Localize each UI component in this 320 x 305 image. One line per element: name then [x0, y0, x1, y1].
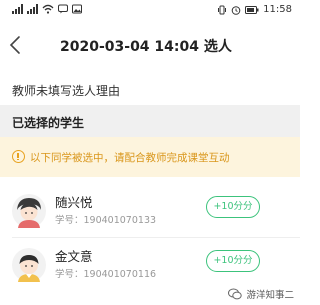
vibrate-icon	[218, 5, 227, 14]
status-left-icons	[12, 4, 82, 14]
notice-banner: 以下同学被选中，请配合教师完成课堂互动	[0, 137, 300, 177]
section-title: 已选择的学生	[12, 116, 85, 130]
alarm-icon	[231, 5, 241, 15]
watermark-text: 游洋知事二	[246, 290, 294, 301]
section-header: 已选择的学生	[0, 105, 300, 137]
message-icon	[58, 4, 68, 14]
image-icon	[72, 4, 82, 14]
add-score-button[interactable]: +10分分	[206, 250, 260, 272]
info-icon	[12, 150, 25, 163]
status-time: 11:58	[263, 4, 292, 15]
chevron-left-icon[interactable]	[6, 34, 26, 56]
student-name: 随兴悦	[55, 195, 93, 210]
page-title: 2020-03-04 14:04 选人	[60, 39, 232, 55]
notice-text: 以下同学被选中，请配合教师完成课堂互动	[30, 152, 230, 164]
status-bar: 11:58	[0, 0, 300, 22]
student-id: 学号：190401070116	[55, 269, 157, 280]
wifi-icon	[42, 4, 54, 14]
student-name: 金文意	[55, 249, 93, 264]
watermark: 游洋知事二	[228, 287, 294, 301]
student-row: 随兴悦 学号：190401070133 +10分分	[0, 182, 300, 238]
signal-icon	[27, 4, 38, 14]
avatar	[12, 194, 46, 228]
signal-icon	[12, 4, 23, 14]
wechat-icon	[228, 288, 243, 300]
add-score-button[interactable]: +10分分	[206, 196, 260, 218]
status-right: 11:58	[217, 4, 292, 15]
battery-icon	[245, 5, 259, 14]
student-id: 学号：190401070133	[55, 215, 157, 226]
selection-reason: 教师未填写选人理由	[12, 84, 121, 98]
avatar	[12, 248, 46, 282]
nav-bar: 2020-03-04 14:04 选人	[0, 24, 300, 66]
student-row: 金文意 学号：190401070116 +10分分	[0, 236, 300, 292]
